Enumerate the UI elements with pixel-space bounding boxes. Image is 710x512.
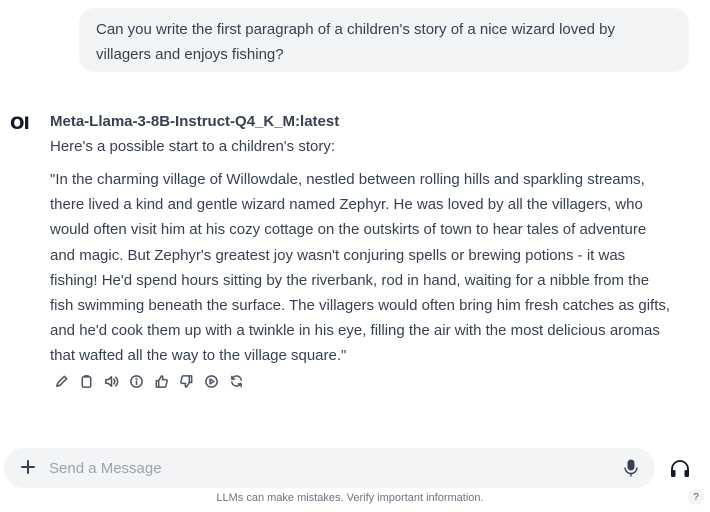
thumbs-down-button[interactable] xyxy=(178,373,194,389)
message-input[interactable] xyxy=(49,456,609,480)
user-message-text: Can you write the first paragraph of a c… xyxy=(96,21,615,63)
continue-icon xyxy=(204,374,218,388)
plus-icon xyxy=(21,460,35,474)
voice-mode-button[interactable] xyxy=(668,458,692,480)
thumbs-down-icon xyxy=(179,374,192,388)
info-button[interactable] xyxy=(128,373,144,389)
thumbs-up-icon xyxy=(155,374,168,388)
edit-icon xyxy=(55,375,67,387)
read-aloud-icon xyxy=(104,375,118,387)
read-aloud-button[interactable] xyxy=(103,373,119,389)
voice-input-button[interactable] xyxy=(622,458,640,478)
response-actions xyxy=(53,373,244,389)
assistant-avatar: OI xyxy=(10,114,30,134)
message-composer xyxy=(4,448,655,488)
headphones-icon xyxy=(671,460,689,477)
regenerate-icon xyxy=(230,374,242,387)
response-story: "In the charming village of Willowdale, … xyxy=(50,171,671,365)
copy-icon xyxy=(81,374,91,388)
thumbs-up-button[interactable] xyxy=(153,373,169,389)
user-message-bubble: Can you write the first paragraph of a c… xyxy=(79,8,689,72)
response-intro: Here's a possible start to a children's … xyxy=(50,138,336,155)
model-name: Meta-Llama-3-8B-Instruct-Q4_K_M:latest xyxy=(50,113,340,130)
copy-button[interactable] xyxy=(78,373,94,389)
microphone-icon xyxy=(624,459,638,477)
continue-button[interactable] xyxy=(203,373,219,389)
info-icon xyxy=(129,374,143,388)
edit-button[interactable] xyxy=(53,373,69,389)
disclaimer-text: LLMs can make mistakes. Verify important… xyxy=(216,492,484,504)
add-attachment-button[interactable] xyxy=(18,457,38,477)
regenerate-button[interactable] xyxy=(228,373,244,389)
help-button[interactable]: ? xyxy=(688,489,704,505)
